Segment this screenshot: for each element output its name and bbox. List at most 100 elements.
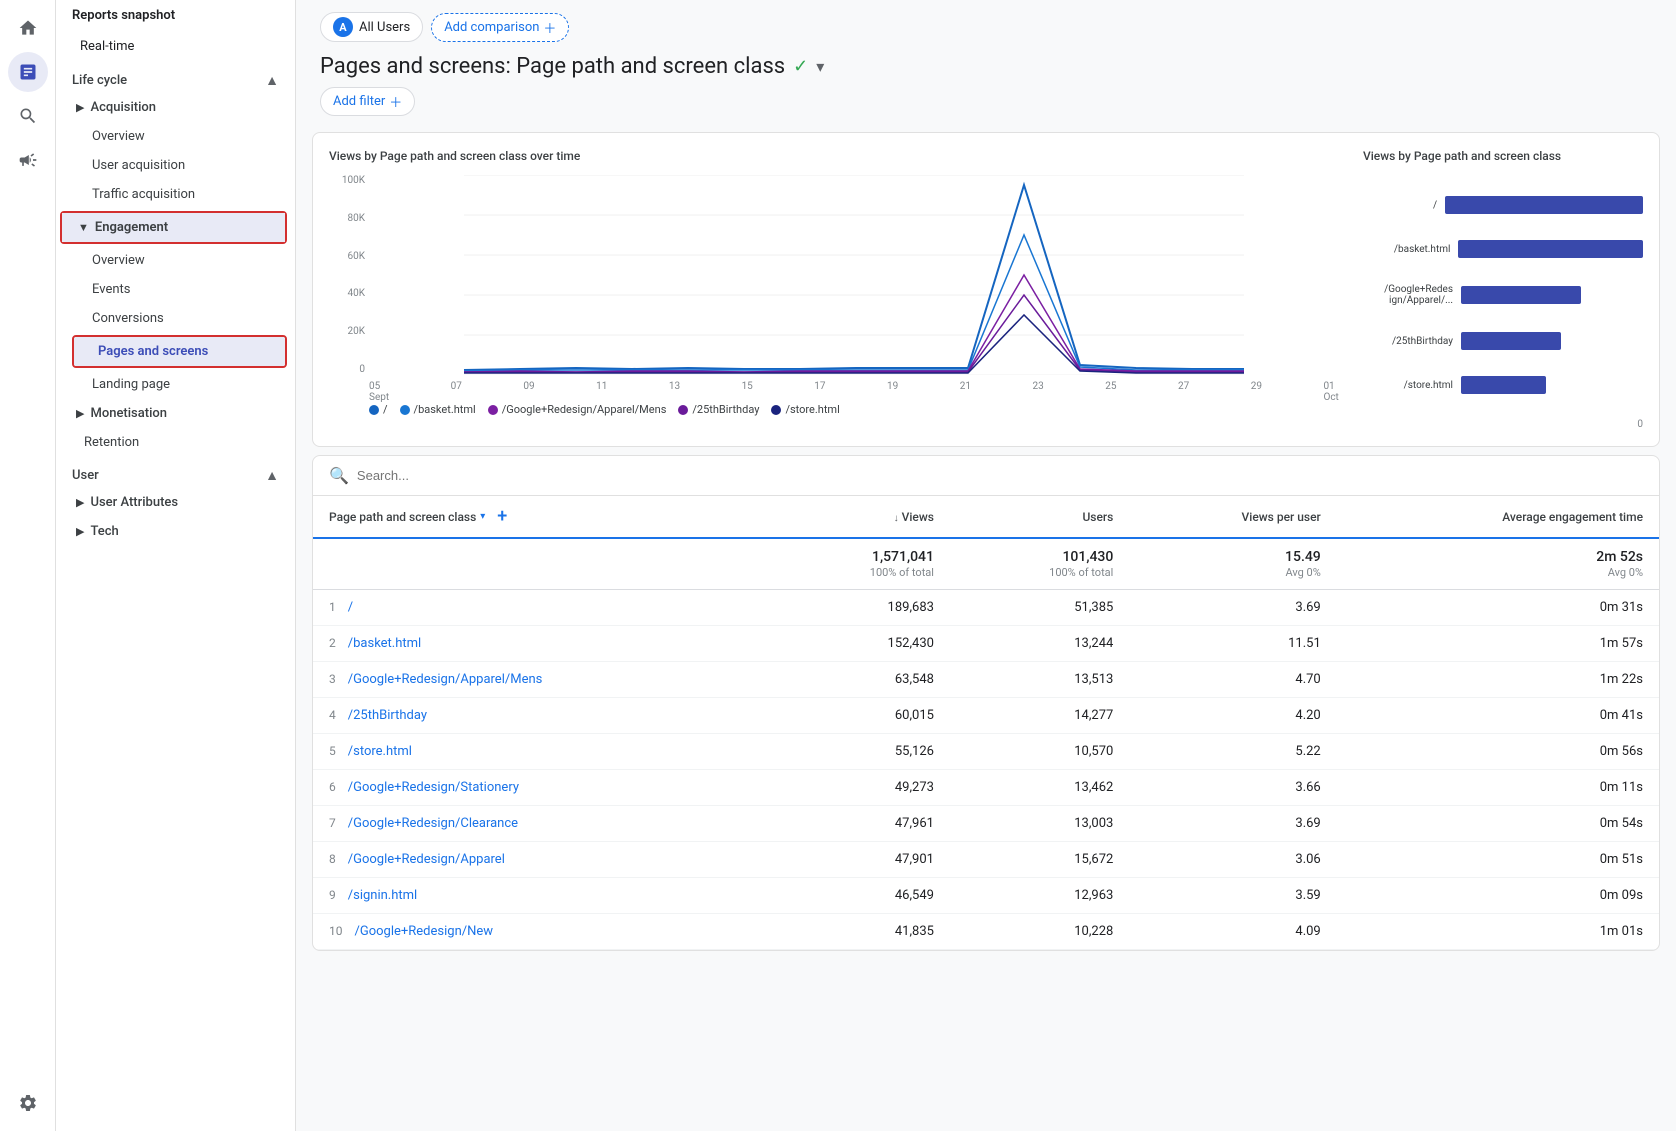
home-icon[interactable] (8, 8, 48, 48)
cell-vpu: 3.59 (1129, 878, 1336, 914)
monetisation-group[interactable]: ▶ Monetisation (56, 399, 295, 428)
line-chart-container: Views by Page path and screen class over… (329, 149, 1339, 430)
search-bar: 🔍 (313, 456, 1659, 496)
cell-vpu: 3.69 (1129, 590, 1336, 626)
table-row: 8/Google+Redesign/Apparel47,90115,6723.0… (313, 842, 1659, 878)
sidebar-item-reports-snapshot[interactable]: Reports snapshot (56, 0, 295, 31)
sidebar-item-landing-page[interactable]: Landing page (68, 370, 287, 399)
bar-label-5: /store.html (1363, 380, 1453, 391)
bar-fill-3 (1461, 286, 1581, 304)
cell-views: 41,835 (771, 914, 950, 950)
cell-views: 47,961 (771, 806, 950, 842)
line-chart-title: Views by Page path and screen class over… (329, 149, 1339, 163)
cell-path-num[interactable]: 1/ (313, 590, 771, 626)
bar-chart-area: / /basket.html /Google+Redesign/Apparel/… (1363, 175, 1643, 415)
dropdown-arrow-icon[interactable]: ▾ (816, 57, 824, 76)
user-attributes-group[interactable]: ▶ User Attributes (56, 488, 295, 517)
sidebar-item-retention[interactable]: Retention (56, 428, 287, 457)
sidebar-item-user-acquisition[interactable]: User acquisition (68, 151, 287, 180)
legend-dot-basket (400, 405, 410, 415)
search-input[interactable] (357, 468, 1643, 483)
sidebar-item-traffic-acquisition[interactable]: Traffic acquisition (68, 180, 287, 209)
acquisition-group[interactable]: ▶ Acquisition (56, 93, 295, 122)
chart-container: Views by Page path and screen class over… (329, 149, 1643, 430)
col-header-path[interactable]: Page path and screen class ▾ + (313, 496, 771, 538)
cell-users: 13,244 (950, 626, 1129, 662)
legend-item-apparel: /Google+Redesign/Apparel/Mens (488, 403, 667, 416)
page-title: Pages and screens: Page path and screen … (320, 54, 785, 79)
cell-views: 55,126 (771, 734, 950, 770)
cell-aet: 0m 31s (1337, 590, 1659, 626)
bar-row-4: /25thBirthday (1363, 332, 1643, 350)
sidebar-item-events[interactable]: Events (68, 275, 287, 304)
cell-path-num[interactable]: 10/Google+Redesign/New (313, 914, 771, 950)
cell-users: 51,385 (950, 590, 1129, 626)
all-users-chip[interactable]: A All Users (320, 12, 423, 42)
legend-label-root: / (383, 403, 388, 416)
table-row: 9/signin.html46,54912,9633.590m 09s (313, 878, 1659, 914)
add-column-button[interactable]: + (489, 506, 515, 527)
cell-path-num[interactable]: 4/25thBirthday (313, 698, 771, 734)
sidebar-item-conversions[interactable]: Conversions (68, 304, 287, 333)
cell-path-num[interactable]: 5/store.html (313, 734, 771, 770)
bar-label-1: / (1363, 200, 1437, 211)
cell-path-num[interactable]: 6/Google+Redesign/Stationery (313, 770, 771, 806)
bar-row-1: / (1363, 196, 1643, 214)
legend-item-basket: /basket.html (400, 403, 476, 416)
sidebar-item-realtime[interactable]: Real-time (56, 31, 295, 62)
cell-vpu: 3.06 (1129, 842, 1336, 878)
table-row: 7/Google+Redesign/Clearance47,96113,0033… (313, 806, 1659, 842)
cell-users: 13,462 (950, 770, 1129, 806)
page-header: Pages and screens: Page path and screen … (296, 54, 1676, 124)
cell-views: 47,901 (771, 842, 950, 878)
engagement-group[interactable]: ▼ Engagement (62, 213, 285, 242)
settings-icon[interactable] (8, 1083, 48, 1123)
sidebar-item-pages-screens[interactable]: Pages and screens (74, 337, 285, 366)
data-table: Page path and screen class ▾ + ↓ Views U… (313, 496, 1659, 950)
col-header-views-per-user[interactable]: Views per user (1129, 496, 1336, 538)
cell-path-num[interactable]: 2/basket.html (313, 626, 771, 662)
cell-path-num[interactable]: 7/Google+Redesign/Clearance (313, 806, 771, 842)
icon-rail (0, 0, 56, 1131)
add-filter-button[interactable]: Add filter ＋ (320, 87, 415, 116)
col-header-views[interactable]: ↓ Views (771, 496, 950, 538)
cell-path-num[interactable]: 3/Google+Redesign/Apparel/Mens (313, 662, 771, 698)
top-bar: A All Users Add comparison ＋ (296, 0, 1676, 54)
cell-users: 15,672 (950, 842, 1129, 878)
legend-item-root: / (369, 403, 388, 416)
totals-label (313, 538, 771, 590)
analytics-icon[interactable] (8, 52, 48, 92)
legend-item-birthday: /25thBirthday (678, 403, 759, 416)
add-comparison-button[interactable]: Add comparison ＋ (431, 13, 569, 42)
cell-path-num[interactable]: 8/Google+Redesign/Apparel (313, 842, 771, 878)
cell-vpu: 3.69 (1129, 806, 1336, 842)
bar-row-2: /basket.html (1363, 240, 1643, 258)
cell-views: 49,273 (771, 770, 950, 806)
legend-label-birthday: /25thBirthday (692, 403, 759, 416)
bar-chart-title: Views by Page path and screen class (1363, 149, 1643, 163)
cell-aet: 0m 54s (1337, 806, 1659, 842)
cell-vpu: 5.22 (1129, 734, 1336, 770)
legend-dot-apparel (488, 405, 498, 415)
col-header-users[interactable]: Users (950, 496, 1129, 538)
cell-vpu: 3.66 (1129, 770, 1336, 806)
search-icon[interactable] (8, 96, 48, 136)
cell-aet: 0m 09s (1337, 878, 1659, 914)
chart-legend: / /basket.html /Google+Redesign/Apparel/… (369, 403, 1339, 416)
cell-path-num[interactable]: 9/signin.html (313, 878, 771, 914)
main-content: A All Users Add comparison ＋ Pages and s… (296, 0, 1676, 1131)
megaphone-icon[interactable] (8, 140, 48, 180)
col-header-avg-engagement[interactable]: Average engagement time (1337, 496, 1659, 538)
cell-users: 10,228 (950, 914, 1129, 950)
table-row: 5/store.html55,12610,5705.220m 56s (313, 734, 1659, 770)
sidebar-item-overview[interactable]: Overview (68, 122, 287, 151)
legend-label-basket: /basket.html (414, 403, 476, 416)
cell-users: 13,003 (950, 806, 1129, 842)
tech-group[interactable]: ▶ Tech (56, 517, 295, 546)
sidebar-item-engagement-overview[interactable]: Overview (68, 246, 287, 275)
cell-aet: 1m 57s (1337, 626, 1659, 662)
legend-dot-root (369, 405, 379, 415)
nav-sidebar: Reports snapshot Real-time Life cycle ▲ … (56, 0, 296, 1131)
search-icon: 🔍 (329, 466, 349, 485)
cell-views: 189,683 (771, 590, 950, 626)
